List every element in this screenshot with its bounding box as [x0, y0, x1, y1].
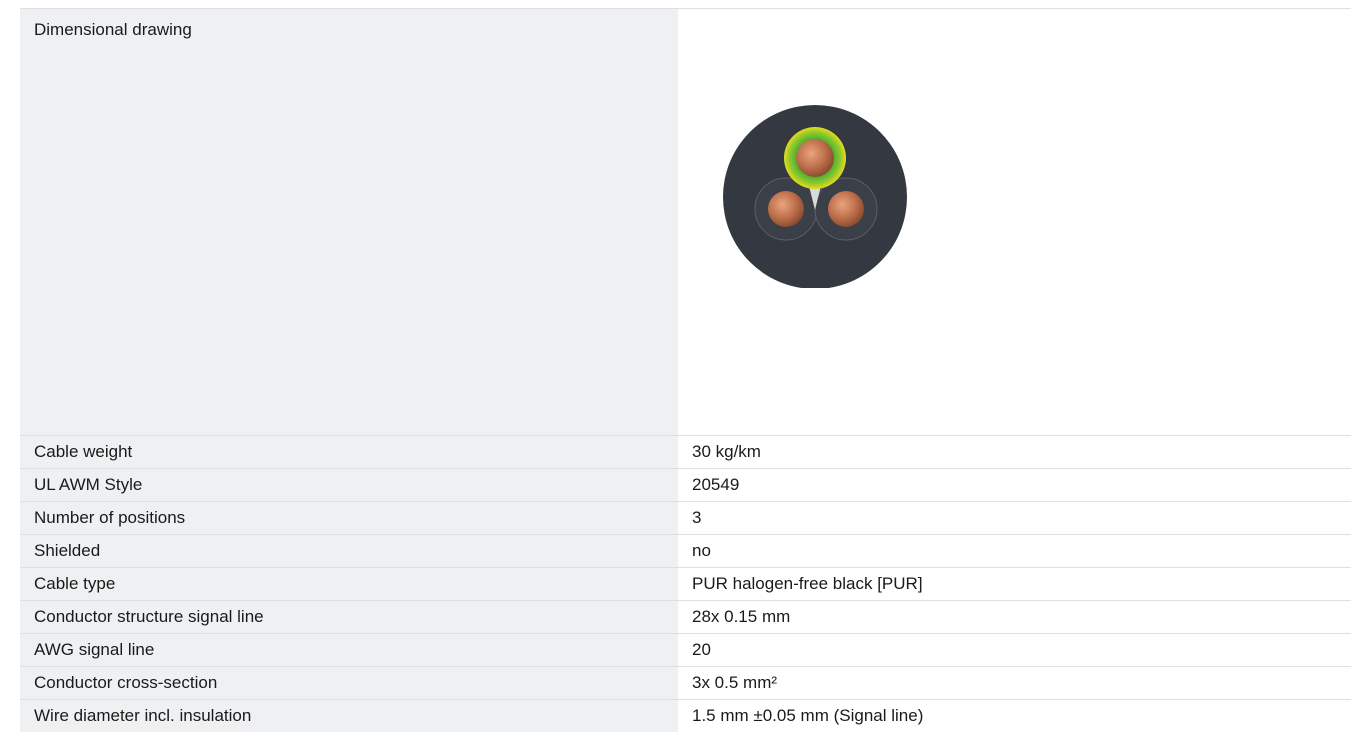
table-row: AWG signal line 20	[20, 634, 1351, 667]
spec-label: UL AWM Style	[20, 469, 678, 502]
spec-value: 20549	[678, 469, 1351, 502]
table-row: UL AWM Style 20549	[20, 469, 1351, 502]
spec-label: Cable type	[20, 568, 678, 601]
spec-value: 30 kg/km	[678, 436, 1351, 469]
ground-conductor	[796, 139, 834, 177]
spec-value: 1.5 mm ±0.05 mm (Signal line)	[678, 700, 1351, 732]
dimensional-drawing-label: Dimensional drawing	[20, 9, 678, 436]
signal-conductor-left	[768, 191, 804, 227]
spec-value: no	[678, 535, 1351, 568]
spec-value: 3	[678, 502, 1351, 535]
table-row: Wire diameter incl. insulation 1.5 mm ±0…	[20, 700, 1351, 732]
cable-cross-section-icon	[714, 104, 918, 288]
spec-label: Shielded	[20, 535, 678, 568]
table-row: Conductor structure signal line 28x 0.15…	[20, 601, 1351, 634]
table-row: Shielded no	[20, 535, 1351, 568]
table-row: Number of positions 3	[20, 502, 1351, 535]
spec-label: Cable weight	[20, 436, 678, 469]
table-row: Cable type PUR halogen-free black [PUR]	[20, 568, 1351, 601]
spec-label: AWG signal line	[20, 634, 678, 667]
spec-value: PUR halogen-free black [PUR]	[678, 568, 1351, 601]
signal-conductor-right	[828, 191, 864, 227]
table-row: Dimensional drawing	[20, 9, 1351, 436]
spec-value: 20	[678, 634, 1351, 667]
table-row: Cable weight 30 kg/km	[20, 436, 1351, 469]
specification-table: Dimensional drawing	[20, 8, 1351, 732]
dimensional-drawing-cell	[678, 9, 1351, 436]
spec-label: Number of positions	[20, 502, 678, 535]
spec-label: Conductor structure signal line	[20, 601, 678, 634]
spec-value: 28x 0.15 mm	[678, 601, 1351, 634]
spec-label: Wire diameter incl. insulation	[20, 700, 678, 732]
